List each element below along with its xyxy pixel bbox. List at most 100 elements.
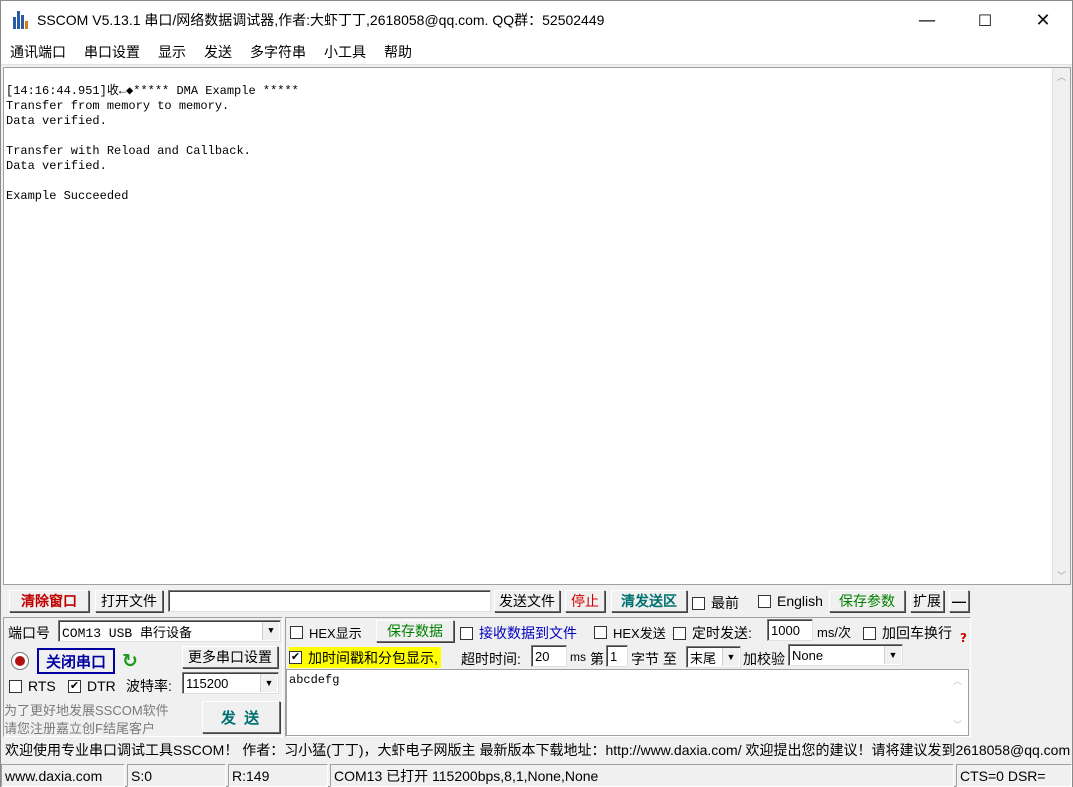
menu-serial-settings[interactable]: 串口设置 <box>75 42 149 62</box>
window-title: SSCOM V5.13.1 串口/网络数据调试器,作者:大虾丁丁,2618058… <box>37 12 605 28</box>
refresh-icon[interactable]: ↻ <box>122 650 138 672</box>
scroll-up-icon[interactable]: ︿ <box>949 672 966 689</box>
chevron-down-icon[interactable]: ▼ <box>722 648 739 666</box>
close-port-button[interactable]: 关闭串口 <box>37 648 115 674</box>
menu-display[interactable]: 显示 <box>149 42 195 62</box>
scroll-down-icon[interactable]: ﹀ <box>1053 567 1070 584</box>
add-crlf-checkbox[interactable]: 加回车换行 <box>863 623 952 643</box>
status-sent-count: S:0 <box>127 764 226 787</box>
clear-send-button[interactable]: 清发送区 <box>611 590 687 612</box>
file-path-input[interactable] <box>168 590 491 612</box>
help-question-icon[interactable]: ? <box>960 631 967 645</box>
timestamp-checkbox[interactable]: ✔ 加时间戳和分包显示, <box>289 647 441 668</box>
baud-rate-select[interactable]: 115200 ▼ <box>182 672 279 694</box>
menu-comm-port[interactable]: 通讯端口 <box>1 42 75 62</box>
status-line-signals: CTS=0 DSR= <box>956 764 1072 787</box>
hex-send-label: HEX发送 <box>613 626 666 641</box>
news-ticker[interactable]: 欢迎使用专业串口调试工具SSCOM！ 作者：习小猛(丁丁)，大虾电子网版主 最新… <box>1 738 1072 762</box>
checkbox-icon <box>460 626 473 640</box>
dtr-checkbox[interactable]: ✔ DTR <box>68 678 116 694</box>
nth-label: 第 <box>590 651 604 667</box>
timeout-unit-label: ms <box>570 650 586 664</box>
checkbox-icon <box>692 596 705 610</box>
chevron-down-icon[interactable]: ▼ <box>262 622 279 640</box>
baud-rate-value: 115200 <box>186 675 229 691</box>
scroll-down-icon[interactable]: ﹀ <box>949 716 966 733</box>
ticker-text: 欢迎使用专业串口调试工具SSCOM！ 作者：习小猛(丁丁)，大虾电子网版主 最新… <box>5 742 1071 758</box>
english-checkbox[interactable]: English <box>758 593 823 609</box>
checkbox-icon <box>758 594 771 608</box>
send-file-button[interactable]: 发送文件 <box>494 590 560 612</box>
status-received-count: R:149 <box>228 764 328 787</box>
english-label: English <box>777 593 823 609</box>
scroll-up-icon[interactable]: ︿ <box>1053 68 1070 85</box>
send-scrollbar[interactable]: ︿ ﹀ <box>949 670 968 735</box>
end-select[interactable]: 末尾 ▼ <box>686 646 741 668</box>
menu-send[interactable]: 发送 <box>195 42 241 62</box>
checksum-label: 加校验 <box>743 651 785 667</box>
menu-multi-string[interactable]: 多字符串 <box>241 42 315 62</box>
timed-send-checkbox[interactable]: 定时发送: <box>673 623 752 643</box>
status-port-state: COM13 已打开 115200bps,8,1,None,None <box>330 764 954 787</box>
app-logo-icon <box>13 10 31 30</box>
rts-label: RTS <box>28 678 56 694</box>
expand-button[interactable]: 扩展 <box>910 590 944 612</box>
add-crlf-label: 加回车换行 <box>882 625 952 641</box>
checksum-select-value: None <box>792 647 824 663</box>
interval-unit-label: ms/次 <box>817 625 851 640</box>
collapse-button[interactable]: — <box>949 590 969 612</box>
timeout-label: 超时时间: <box>461 651 521 667</box>
end-select-value: 末尾 <box>690 650 717 666</box>
send-textarea[interactable]: abcdefg ︿ ﹀ <box>286 669 969 736</box>
maximize-button[interactable]: ☐ <box>956 1 1014 39</box>
open-file-button[interactable]: 打开文件 <box>95 590 163 612</box>
recv-to-file-checkbox[interactable]: 接收数据到文件 <box>460 623 577 643</box>
close-button[interactable]: ✕ <box>1014 1 1072 39</box>
baud-rate-label: 波特率: <box>126 678 172 694</box>
top-most-label: 最前 <box>711 595 739 611</box>
hex-send-checkbox[interactable]: HEX发送 <box>594 623 666 642</box>
checkbox-icon <box>594 626 607 639</box>
port-select[interactable]: COM13 USB 串行设备 ▼ <box>58 620 281 642</box>
dtr-label: DTR <box>87 678 116 694</box>
toolbar-row: 清除窗口 打开文件 发送文件 停止 清发送区 最前 English 保存参数 扩… <box>1 588 1072 616</box>
minimize-button[interactable]: — <box>898 1 956 39</box>
chevron-down-icon[interactable]: ▼ <box>260 674 277 692</box>
hex-display-label: HEX显示 <box>309 626 362 641</box>
receive-area[interactable]: [14:16:44.951]收←◆***** DMA Example *****… <box>3 67 1071 585</box>
send-button[interactable]: 发 送 <box>202 701 280 733</box>
receive-text: [14:16:44.951]收←◆***** DMA Example *****… <box>6 84 299 203</box>
title-bar: SSCOM V5.13.1 串口/网络数据调试器,作者:大虾丁丁,2618058… <box>1 1 1072 39</box>
clear-window-button[interactable]: 清除窗口 <box>9 590 89 612</box>
port-number-label: 端口号 <box>8 625 50 641</box>
nth-byte-input[interactable]: 1 <box>606 645 628 667</box>
receive-scrollbar[interactable]: ︿ ﹀ <box>1052 68 1070 584</box>
rts-checkbox[interactable]: RTS <box>9 678 56 694</box>
checkmark-icon: ✔ <box>68 679 81 693</box>
timeout-input[interactable]: 20 <box>531 645 567 667</box>
send-interval-input[interactable]: 1000 <box>767 619 813 641</box>
checkbox-icon <box>290 626 303 639</box>
stop-button[interactable]: 停止 <box>565 590 605 612</box>
promo-line-1[interactable]: 为了更好地发展SSCOM软件 <box>4 700 169 719</box>
promo-line-2[interactable]: 请您注册嘉立创F结尾客户 <box>4 718 155 737</box>
status-bar: www.daxia.com S:0 R:149 COM13 已打开 115200… <box>1 764 1072 787</box>
menu-bar: 通讯端口 串口设置 显示 发送 多字符串 小工具 帮助 <box>1 39 1072 65</box>
checksum-select[interactable]: None ▼ <box>788 644 903 666</box>
menu-tools[interactable]: 小工具 <box>315 42 375 62</box>
status-site-link[interactable]: www.daxia.com <box>1 764 125 787</box>
recv-to-file-label: 接收数据到文件 <box>479 625 577 641</box>
save-params-button[interactable]: 保存参数 <box>829 590 905 612</box>
checkbox-icon <box>673 626 686 640</box>
checkbox-icon <box>9 679 22 693</box>
menu-help[interactable]: 帮助 <box>375 42 421 62</box>
send-text: abcdefg <box>289 673 340 687</box>
more-port-settings-button[interactable]: 更多串口设置 <box>182 646 278 668</box>
hex-display-checkbox[interactable]: HEX显示 <box>290 623 362 642</box>
port-status-indicator-icon <box>11 652 29 670</box>
chevron-down-icon[interactable]: ▼ <box>884 646 901 664</box>
save-data-button[interactable]: 保存数据 <box>376 620 454 642</box>
checkmark-icon: ✔ <box>289 651 302 664</box>
timestamp-label: 加时间戳和分包显示, <box>308 649 438 666</box>
top-most-checkbox[interactable]: 最前 <box>692 593 739 613</box>
